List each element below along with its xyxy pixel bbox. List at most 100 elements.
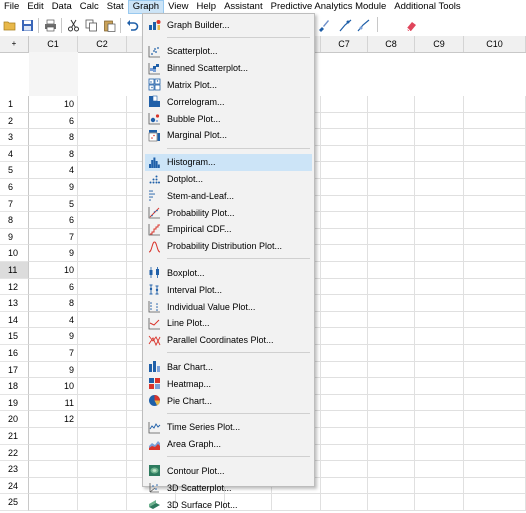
grid-cell[interactable]: [415, 112, 464, 130]
grid-cell[interactable]: [78, 129, 127, 146]
menu-calc[interactable]: Calc: [76, 0, 103, 14]
grid-cell[interactable]: [464, 411, 526, 428]
grid-cell[interactable]: [321, 328, 368, 345]
row-number[interactable]: 6: [0, 179, 29, 196]
grid-cell[interactable]: [368, 262, 415, 279]
grid-cell[interactable]: [415, 411, 464, 428]
grid-cell[interactable]: 9: [29, 328, 78, 345]
row-number[interactable]: 25: [0, 494, 29, 511]
grid-cell[interactable]: [464, 278, 526, 296]
grid-cell[interactable]: [78, 112, 127, 130]
grid-cell[interactable]: [78, 212, 127, 229]
grid-cell[interactable]: [321, 195, 368, 213]
undo-icon[interactable]: [125, 18, 140, 33]
open-folder-icon[interactable]: [2, 18, 17, 33]
menu-data[interactable]: Data: [48, 0, 76, 14]
grid-cell[interactable]: [78, 96, 127, 113]
grid-cell[interactable]: 5: [29, 195, 78, 213]
grid-cell[interactable]: [464, 179, 526, 196]
grid-cell[interactable]: [78, 444, 127, 462]
grid-cell[interactable]: [368, 179, 415, 196]
grid-cell[interactable]: [321, 444, 368, 462]
copy-icon[interactable]: [84, 18, 99, 33]
row-number[interactable]: 15: [0, 328, 29, 345]
grid-cell[interactable]: [368, 494, 415, 511]
grid-cell[interactable]: [415, 262, 464, 279]
menu-item-matrix-plot[interactable]: Matrix Plot...: [145, 76, 312, 93]
row-number[interactable]: 20: [0, 411, 29, 428]
grid-cell[interactable]: [29, 428, 78, 445]
grid-cell[interactable]: [321, 311, 368, 329]
grid-cell[interactable]: 7: [29, 345, 78, 362]
grid-cell[interactable]: [321, 245, 368, 262]
grid-cell[interactable]: [368, 328, 415, 345]
grid-cell[interactable]: [368, 394, 415, 412]
grid-cell[interactable]: [321, 278, 368, 296]
grid-cell[interactable]: 7: [29, 228, 78, 246]
menu-graph[interactable]: Graph: [127, 0, 165, 14]
row-number[interactable]: 21: [0, 428, 29, 445]
column-header-c9[interactable]: C9: [415, 36, 464, 52]
grid-cell[interactable]: [415, 378, 464, 395]
menu-item-area-graph[interactable]: Area Graph...: [145, 436, 312, 453]
menu-item-correlogram[interactable]: Correlogram...: [145, 93, 312, 110]
row-number[interactable]: 18: [0, 378, 29, 395]
grid-cell[interactable]: [415, 245, 464, 262]
grid-cell[interactable]: [78, 145, 127, 163]
grid-cell[interactable]: [368, 311, 415, 329]
menu-item-heatmap[interactable]: Heatmap...: [145, 375, 312, 392]
grid-cell[interactable]: 4: [29, 162, 78, 179]
menu-item-individual-value-plot[interactable]: Individual Value Plot...: [145, 298, 312, 315]
grid-cell[interactable]: [415, 179, 464, 196]
row-number[interactable]: 1: [0, 96, 29, 113]
row-number[interactable]: 2: [0, 112, 29, 130]
grid-cell[interactable]: [78, 295, 127, 312]
grid-cell[interactable]: [321, 162, 368, 179]
grid-cell[interactable]: [368, 112, 415, 130]
grid-cell[interactable]: [464, 96, 526, 113]
menu-item-scatterplot[interactable]: Scatterplot...: [145, 43, 312, 60]
grid-cell[interactable]: [415, 129, 464, 146]
grid-cell[interactable]: 10: [29, 378, 78, 395]
grid-cell[interactable]: 11: [29, 394, 78, 412]
grid-cell[interactable]: 4: [29, 311, 78, 329]
menu-item-probability-plot[interactable]: Probability Plot...: [145, 204, 312, 221]
menu-item-probability-distribution[interactable]: Probability Distribution Plot...: [145, 238, 312, 255]
menu-file[interactable]: File: [0, 0, 23, 14]
grid-cell[interactable]: 6: [29, 278, 78, 296]
column-header-c1[interactable]: C1: [29, 36, 78, 52]
grid-cell[interactable]: [321, 212, 368, 229]
plot-update-icon[interactable]: [356, 18, 371, 33]
grid-cell[interactable]: [415, 162, 464, 179]
grid-cell[interactable]: [78, 461, 127, 478]
grid-cell[interactable]: [29, 494, 78, 511]
grid-cell[interactable]: [464, 295, 526, 312]
grid-cell[interactable]: [78, 394, 127, 412]
grid-cell[interactable]: [368, 145, 415, 163]
grid-cell[interactable]: [415, 278, 464, 296]
select-all-corner[interactable]: +: [0, 36, 29, 52]
menu-item-graph-builder[interactable]: Graph Builder...: [145, 16, 312, 33]
row-number[interactable]: 14: [0, 311, 29, 329]
grid-cell[interactable]: [464, 162, 526, 179]
grid-cell[interactable]: [368, 295, 415, 312]
grid-cell[interactable]: [78, 245, 127, 262]
menu-predictive-analytics-module[interactable]: Predictive Analytics Module: [267, 0, 391, 14]
menu-item-bubble-plot[interactable]: Bubble Plot...: [145, 110, 312, 127]
menu-item-time-series[interactable]: Time Series Plot...: [145, 419, 312, 436]
column-header-c2[interactable]: C2: [78, 36, 127, 52]
grid-cell[interactable]: [78, 494, 127, 511]
grid-cell[interactable]: [321, 179, 368, 196]
grid-cell[interactable]: [29, 461, 78, 478]
grid-cell[interactable]: [368, 212, 415, 229]
grid-cell[interactable]: [368, 228, 415, 246]
menu-item-empirical-cdf[interactable]: Empirical CDF...: [145, 221, 312, 238]
grid-cell[interactable]: [321, 428, 368, 445]
row-number[interactable]: 17: [0, 361, 29, 379]
grid-cell[interactable]: [368, 195, 415, 213]
grid-cell[interactable]: [415, 228, 464, 246]
row-number[interactable]: 3: [0, 129, 29, 146]
grid-cell[interactable]: 10: [29, 262, 78, 279]
crosshair-icon[interactable]: [338, 18, 353, 33]
grid-cell[interactable]: [464, 195, 526, 213]
